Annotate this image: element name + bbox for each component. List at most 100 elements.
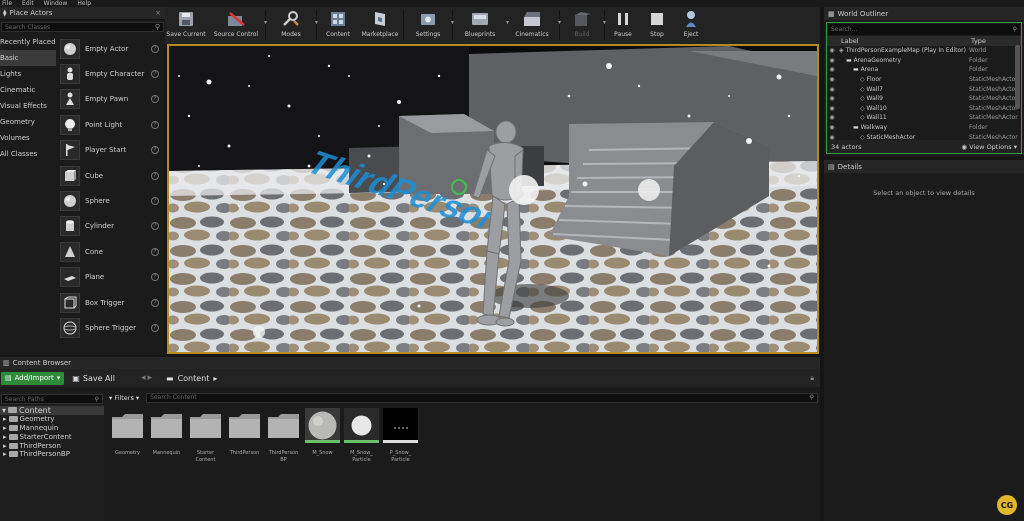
menu-help[interactable]: Help [77,0,91,7]
chevron-down-icon[interactable]: ▾ [558,19,561,26]
chevron-down-icon[interactable]: ▾ [451,19,454,26]
category-geometry[interactable]: Geometry [0,114,56,130]
view-options-button[interactable]: ◉ View Options ▾ [961,143,1017,151]
outliner-row[interactable]: ◉ ▬ Walkway Folder [827,123,1021,133]
outliner-row[interactable]: ◉ ◇ Wall7 StaticMeshActor [827,84,1021,94]
cinematics-button[interactable]: Cinematics ▾ [509,7,561,44]
eye-icon[interactable]: ◉ [827,105,837,112]
help-icon[interactable]: ? [151,120,159,129]
search-content-input[interactable]: Search Content ⚲ [146,392,818,403]
viewport-scene[interactable]: ThirdPerson [169,46,817,352]
eye-icon[interactable]: ◉ [827,124,837,131]
path-breadcrumb[interactable]: ▬ Content ▸ [166,374,217,383]
menu-file[interactable]: File [2,0,12,7]
asset-thirdperson-bp[interactable]: ThirdPerson BP [266,408,301,463]
chevron-down-icon[interactable]: ▾ [315,19,318,26]
outliner-row[interactable]: ◉ ▬ ArenaGeometry Folder [827,56,1021,66]
help-icon[interactable]: ? [151,70,159,79]
actor-empty-actor[interactable]: Empty Actor? [56,36,165,61]
pause-button[interactable]: Pause [609,7,637,44]
chevron-right-icon[interactable]: ▸ [3,433,7,441]
asset-m-snow-particle[interactable]: M_Snow_ Particle [344,408,379,463]
help-icon[interactable]: ? [151,222,159,231]
actor-cone[interactable]: Cone? [56,239,165,264]
help-icon[interactable]: ? [151,95,159,104]
stop-button[interactable]: Stop [643,7,671,44]
tree-item-mannequin[interactable]: ▸ Mannequin [0,424,104,433]
add-import-button[interactable]: ▤ Add/Import ▾ [1,371,65,385]
chevron-right-icon[interactable]: ▸ [3,450,7,458]
actor-sphere[interactable]: Sphere? [56,188,165,213]
build-button[interactable]: Build ▾ [564,7,606,44]
actor-cube[interactable]: Cube? [56,163,165,188]
actor-plane[interactable]: Plane? [56,265,165,290]
tree-item-thirdpersonbp[interactable]: ▸ ThirdPersonBP [0,450,104,459]
col-type[interactable]: Type [971,37,986,45]
asset-thirdperson[interactable]: ThirdPerson [227,408,262,463]
outliner-search-input[interactable]: Search... ⚲ [828,24,1020,35]
help-icon[interactable]: ? [151,323,159,332]
actor-player-start[interactable]: Player Start? [56,138,165,163]
outliner-row[interactable]: ◉ ◇ Wall9 StaticMeshActor [827,94,1021,104]
content-button[interactable]: Content [321,7,355,44]
actor-empty-pawn[interactable]: Empty Pawn? [56,87,165,112]
asset-starter-content[interactable]: Starter Content [188,408,223,463]
tree-root-content[interactable]: ▾ Content [0,406,104,415]
save-all-button[interactable]: ▣ Save All [68,372,119,385]
category-lights[interactable]: Lights [0,66,56,82]
outliner-row[interactable]: ◉ ◈ ThirdPersonExampleMap (Play In Editor… [827,46,1021,56]
chevron-right-icon[interactable]: ▸ [3,424,7,432]
source-control-button[interactable]: Source Control ▾ [211,7,267,44]
tree-item-thirdperson[interactable]: ▸ ThirdPerson [0,441,104,450]
save-current-button[interactable]: Save Current [166,7,206,44]
details-tab[interactable]: ▤ Details [824,160,1024,173]
help-icon[interactable]: ? [151,298,159,307]
asset-mannequin[interactable]: Mannequin [149,408,184,463]
category-all-classes[interactable]: All Classes [0,146,56,162]
actor-cylinder[interactable]: Cylinder? [56,214,165,239]
lock-icon[interactable]: 🔒︎ [810,374,814,383]
asset-geometry[interactable]: Geometry [110,408,145,463]
filters-button[interactable]: ▾ Filters ▾ [106,394,142,402]
category-volumes[interactable]: Volumes [0,130,56,146]
history-arrows[interactable]: ◂▸ [141,373,154,383]
search-classes-input[interactable]: Search Classes ⚲ [1,22,164,32]
help-icon[interactable]: ? [151,171,159,180]
category-visual-effects[interactable]: Visual Effects [0,98,56,114]
asset-m-snow[interactable]: M_Snow [305,408,340,463]
eye-icon[interactable]: ◉ [827,57,837,64]
outliner-row[interactable]: ◉ ◇ Wall10 StaticMeshActor [827,104,1021,114]
eye-icon[interactable]: ◉ [827,86,837,93]
level-viewport[interactable]: ThirdPerson [167,44,819,354]
eye-icon[interactable]: ◉ [827,114,837,121]
close-tab-icon[interactable]: × [155,9,161,17]
actor-sphere-trigger[interactable]: Sphere Trigger? [56,315,165,340]
help-icon[interactable]: ? [151,146,159,155]
tree-item-startercontent[interactable]: ▸ StarterContent [0,432,104,441]
outliner-row[interactable]: ◉ ▬ Arena Folder [827,65,1021,75]
eye-icon[interactable]: ◉ [827,66,837,73]
marketplace-button[interactable]: Marketplace [361,7,399,44]
help-icon[interactable]: ? [151,273,159,282]
tree-item-geometry[interactable]: ▸ Geometry [0,415,104,424]
asset-p-snow-particle[interactable]: P_Snow_ Particle [383,408,418,463]
category-basic[interactable]: Basic [0,50,56,66]
place-actors-tab[interactable]: ⧫ Place Actors × [0,7,165,20]
actor-empty-character[interactable]: Empty Character? [56,61,165,86]
menu-window[interactable]: Window [44,0,68,7]
actor-point-light[interactable]: Point Light? [56,112,165,137]
outliner-row[interactable]: ◉ ◇ Wall11 StaticMeshActor [827,113,1021,123]
world-outliner-tab[interactable]: ▦ World Outliner [824,7,1024,20]
chevron-down-icon[interactable]: ▾ [264,19,267,26]
chevron-down-icon[interactable]: ▾ [603,19,606,26]
eye-icon[interactable]: ◉ [827,95,837,102]
search-paths-input[interactable]: Search Paths ⚲ [1,394,103,404]
help-icon[interactable]: ? [151,44,159,53]
eye-icon[interactable]: ◉ [827,76,837,83]
modes-button[interactable]: Modes ▾ [270,7,318,44]
eject-button[interactable]: Eject [677,7,705,44]
chevron-right-icon[interactable]: ▸ [3,442,7,450]
category-cinematic[interactable]: Cinematic [0,82,56,98]
actor-box-trigger[interactable]: Box Trigger? [56,290,165,315]
outliner-scrollbar[interactable] [1015,45,1020,109]
